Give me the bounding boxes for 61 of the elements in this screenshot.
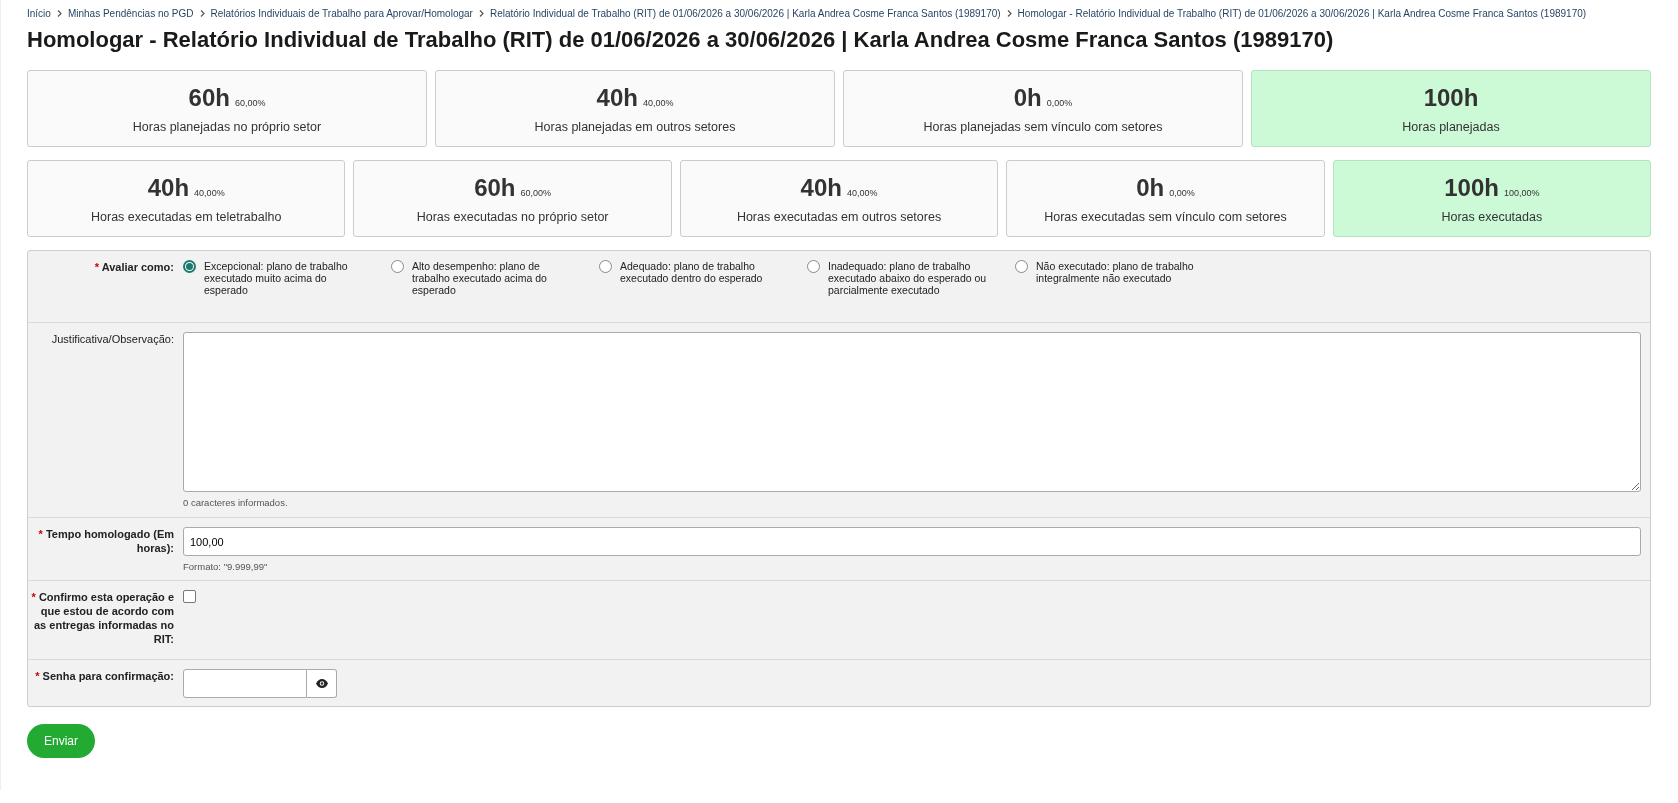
checkbox[interactable] bbox=[183, 590, 196, 603]
stat-label: Horas executadas bbox=[1441, 209, 1543, 224]
breadcrumb-link[interactable]: Homologar - Relatório Individual de Trabalho (RIT) de 01/06/2026 a 30/06/2026 | Karla Andrea Cosme Franca Santos (1989170) bbox=[1017, 8, 1587, 19]
required-mark: * bbox=[31, 591, 36, 603]
stat-percent: 100,00% bbox=[1503, 187, 1540, 198]
stat-value: 0h bbox=[1013, 83, 1042, 112]
password-field[interactable] bbox=[183, 669, 307, 698]
radio-label: Alto desempenho: plano de trabalho executado acima do esperado bbox=[412, 260, 548, 296]
stat-label: Horas executadas no próprio setor bbox=[416, 209, 609, 224]
stat-percent: 60,00% bbox=[234, 97, 266, 108]
help-text: 0 caracteres informados. bbox=[183, 497, 289, 508]
radio-button[interactable] bbox=[599, 260, 612, 273]
help-text: Formato: "9.999,99" bbox=[183, 561, 269, 572]
stat-value: 40h bbox=[800, 173, 842, 202]
stat-value: 0h bbox=[1136, 173, 1165, 202]
radio-label: Inadequado: plano de trabalho executado abaixo do esperado ou parcialmente executado bbox=[828, 260, 987, 296]
stat-percent: 0,00% bbox=[1169, 187, 1195, 198]
required-mark: * bbox=[35, 670, 40, 682]
radio-button[interactable] bbox=[183, 260, 196, 273]
stat-label: Horas planejadas no próprio setor bbox=[132, 119, 322, 134]
radio-button[interactable] bbox=[391, 260, 404, 273]
stat-value: 60h bbox=[474, 173, 516, 202]
radio-label: Adequado: plano de trabalho executado dentro do esperado bbox=[620, 260, 764, 286]
stat-percent: 60,00% bbox=[520, 187, 552, 198]
chevron-icon bbox=[199, 10, 205, 17]
chevron-icon bbox=[478, 10, 484, 17]
stat-label: Horas planejadas em outros setores bbox=[534, 119, 736, 134]
stat-label: Horas planejadas sem vínculo com setores bbox=[923, 119, 1163, 134]
input-field[interactable]: 100,00 bbox=[183, 527, 1641, 556]
required-mark: * bbox=[38, 528, 43, 540]
stat-percent: 0,00% bbox=[1046, 97, 1073, 108]
field-label: Justificativa/Observação: bbox=[51, 333, 174, 345]
radio-button[interactable] bbox=[807, 260, 820, 273]
page-title: Homologar - Relatório Individual de Trabalho (RIT) de 01/06/2026 a 30/06/2026 | Karla Andrea Cosme Franca Santos (1989170) bbox=[27, 27, 1335, 53]
radio-label: Não executado: plano de trabalho integralmente não executado bbox=[1036, 260, 1195, 286]
field-label: Senha para confirmação: bbox=[42, 670, 174, 682]
required-mark: * bbox=[94, 261, 99, 273]
stat-label: Horas executadas em outros setores bbox=[736, 209, 942, 224]
show-password-button[interactable] bbox=[307, 669, 337, 698]
stat-label: Horas planejadas bbox=[1402, 119, 1500, 134]
stat-label: Horas executadas sem vínculo com setores bbox=[1044, 209, 1287, 224]
stat-value: 100h bbox=[1423, 83, 1479, 112]
stat-percent: 40,00% bbox=[642, 97, 674, 108]
stat-label: Horas executadas em teletrabalho bbox=[91, 209, 282, 224]
breadcrumb-link[interactable]: Relatório Individual de Trabalho (RIT) de 01/06/2026 a 30/06/2026 | Karla Andrea Cosme Franca Santos (1989170) bbox=[489, 8, 1001, 19]
radio-button[interactable] bbox=[1015, 260, 1028, 273]
field-label: Tempo homologado (Em horas): bbox=[45, 528, 174, 554]
stat-value: 40h bbox=[596, 83, 638, 112]
breadcrumb-link[interactable]: Início bbox=[27, 8, 51, 19]
stat-percent: 40,00% bbox=[194, 187, 225, 198]
chevron-icon bbox=[1006, 10, 1012, 17]
stat-percent: 40,00% bbox=[846, 187, 878, 198]
stat-value: 60h bbox=[188, 83, 230, 112]
stat-value: 100h bbox=[1444, 173, 1499, 202]
chevron-icon bbox=[56, 10, 62, 17]
stat-value: 40h bbox=[147, 173, 190, 202]
eye-icon bbox=[315, 679, 328, 688]
radio-label: Excepcional: plano de trabalho executado muito acima do esperado bbox=[204, 260, 349, 296]
field-label: Avaliar como: bbox=[101, 261, 174, 273]
breadcrumb-link[interactable]: Minhas Pendências no PGD bbox=[67, 8, 194, 19]
breadcrumb-link[interactable]: Relatórios Individuais de Trabalho para Aprovar/Homologar bbox=[210, 8, 473, 19]
